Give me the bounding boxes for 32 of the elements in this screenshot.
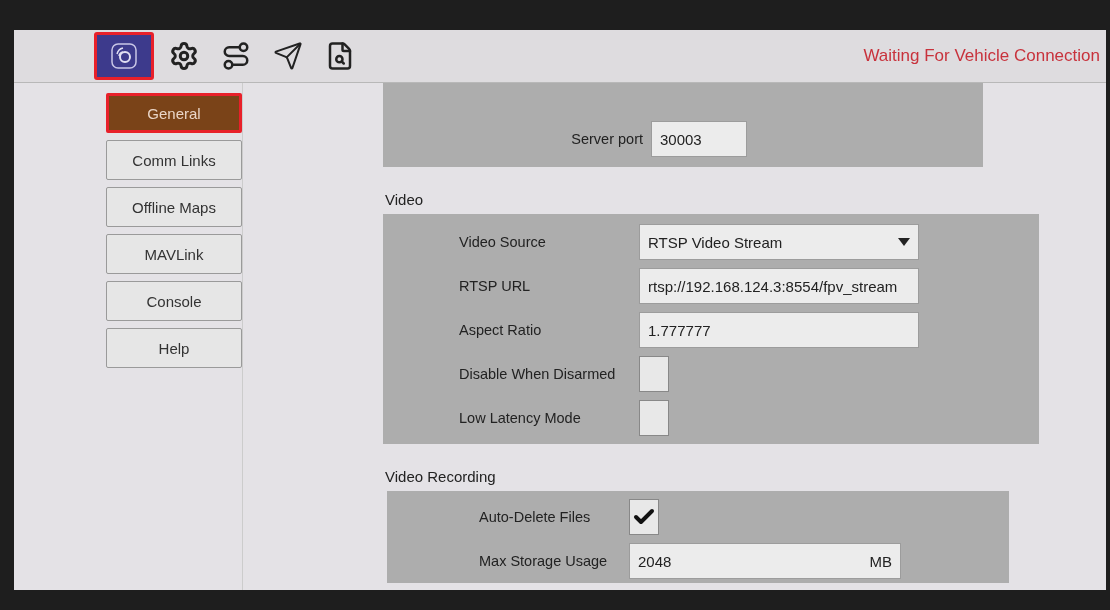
checkbox[interactable] <box>629 499 659 535</box>
app-logo-icon <box>110 42 138 70</box>
sidebar-button[interactable]: Offline Maps <box>106 187 242 227</box>
input-field[interactable]: 1.777777 <box>639 312 919 348</box>
sidebar-button[interactable]: Console <box>106 281 242 321</box>
field-label: Low Latency Mode <box>459 410 582 426</box>
input-field[interactable]: rtsp://192.168.124.3:8554/fpv_stream <box>639 268 919 304</box>
paper-plane-icon <box>273 41 303 71</box>
field-label: Auto-Delete Files <box>479 509 592 525</box>
field-label: Aspect Ratio <box>459 322 543 338</box>
sidebar-button[interactable]: Comm Links <box>106 140 242 180</box>
caret-icon <box>898 238 910 246</box>
route-icon <box>221 41 251 71</box>
checkbox[interactable] <box>639 400 669 436</box>
input-field[interactable]: 2048 MB <box>629 543 901 579</box>
field-label: Video Source <box>459 234 547 250</box>
section-title: Video <box>385 191 425 208</box>
field-label: Max Storage Usage <box>479 553 609 569</box>
toolbar-button[interactable] <box>94 32 154 80</box>
sidebar-button[interactable]: MAVLink <box>106 234 242 274</box>
connection-status: Waiting For Vehicle Connection <box>863 46 1100 66</box>
field-label: Server port <box>570 131 643 147</box>
unit-label: MB <box>869 552 892 570</box>
sidebar-button[interactable]: Help <box>106 328 242 368</box>
section-title: Video Recording <box>385 468 497 485</box>
sidebar-button[interactable]: General <box>106 93 242 133</box>
field-label: Disable When Disarmed <box>459 366 617 382</box>
settings-icon <box>169 41 199 71</box>
dropdown[interactable]: RTSP Video Stream <box>639 224 919 260</box>
checkbox[interactable] <box>639 356 669 392</box>
field-label: RTSP URL <box>459 278 532 294</box>
input-field[interactable]: 30003 <box>651 121 747 157</box>
